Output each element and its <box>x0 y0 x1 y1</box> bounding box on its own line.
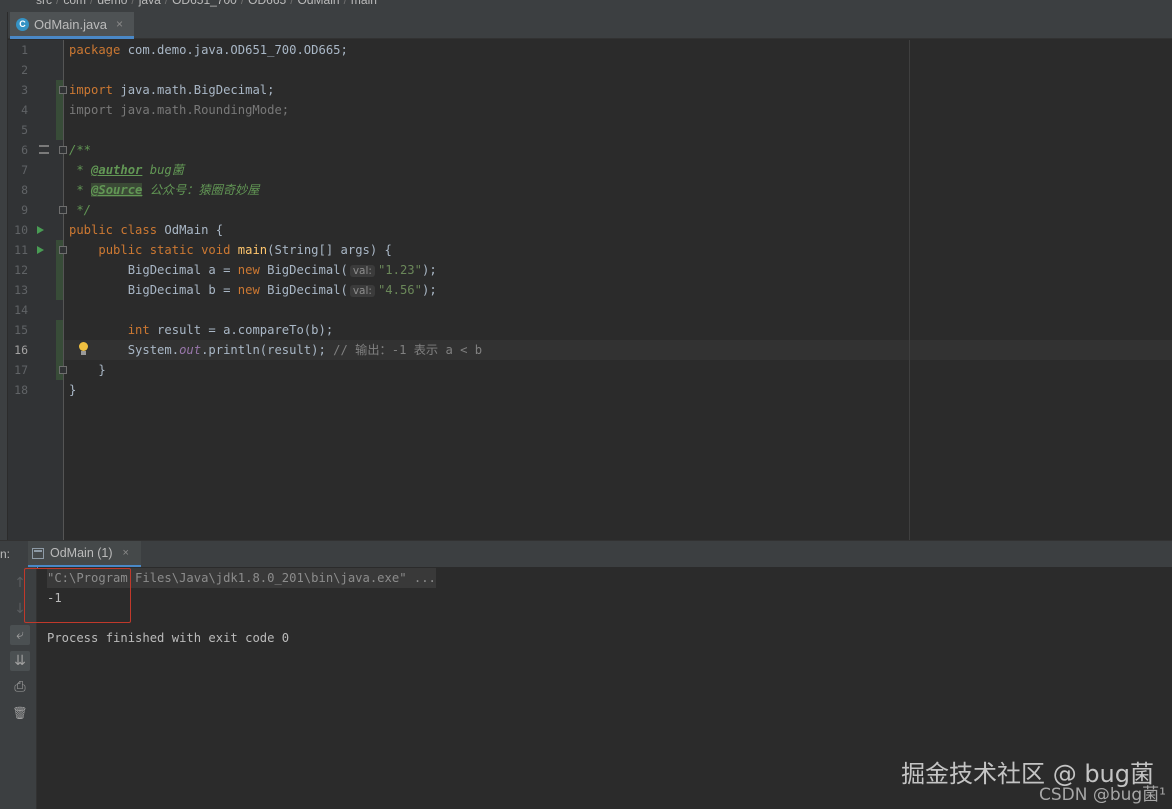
tab-label: OdMain.java <box>34 16 107 32</box>
run-tab-label: OdMain (1) <box>50 546 113 560</box>
line-number: 10 <box>14 223 28 237</box>
console-icon <box>32 547 44 559</box>
breadcrumb-separator: / <box>290 0 294 7</box>
line-number: 18 <box>14 383 28 397</box>
breadcrumb: src / com / demo / java / OD651_700/OD665/OdMain… <box>0 0 1172 12</box>
code-line[interactable]: 6 /** <box>8 140 1172 160</box>
code-text: * @Source 公众号：猿圈奇妙屋 <box>69 183 260 197</box>
code-line[interactable]: 18} <box>8 380 1172 400</box>
code-text: } <box>69 363 106 377</box>
breadcrumb-separator: / <box>164 0 169 7</box>
line-number: 1 <box>21 43 28 57</box>
close-tab-icon[interactable]: × <box>116 17 123 31</box>
run-label: n: <box>0 547 11 561</box>
code-text: } <box>69 383 77 397</box>
line-number: 2 <box>21 63 28 77</box>
line-number: 7 <box>21 163 28 177</box>
breadcrumb-item[interactable]: com <box>63 0 86 7</box>
code-text: package com.demo.java.OD651_700.OD665; <box>69 43 348 57</box>
code-line[interactable]: 8 * @Source 公众号：猿圈奇妙屋 <box>8 180 1172 200</box>
breadcrumb-separator: / <box>56 0 60 7</box>
tab-odmain-java[interactable]: C OdMain.java × <box>10 12 134 39</box>
console-exit-line: Process finished with exit code 0 <box>47 631 290 645</box>
line-number: 4 <box>21 103 28 117</box>
line-number: 9 <box>21 203 28 217</box>
class-icon: C <box>16 17 29 31</box>
fold-marker-icon[interactable] <box>59 366 67 374</box>
code-line[interactable]: 3 import java.math.BigDecimal; <box>8 80 1172 100</box>
editor-tab-bar: C OdMain.java × <box>0 12 1172 39</box>
line-number: 16 <box>14 343 28 357</box>
code-line[interactable]: 14 <box>8 300 1172 320</box>
code-text: public static void main(String[] args) { <box>98 243 392 257</box>
print-icon[interactable]: ⎙ <box>10 677 30 697</box>
code-line[interactable]: 2 <box>8 60 1172 80</box>
code-line[interactable]: 5 <box>8 120 1172 140</box>
line-number: 5 <box>21 123 28 137</box>
code-line[interactable]: 17 } <box>8 360 1172 380</box>
code-line[interactable]: 11 public static void main(String[] args… <box>8 240 1172 260</box>
breadcrumb-item[interactable]: main <box>351 0 377 7</box>
run-gutter-icon[interactable] <box>37 246 44 254</box>
breadcrumb-item[interactable]: OD665 <box>248 0 286 7</box>
breadcrumb-separator: / <box>240 0 245 7</box>
code-text: int result = a.compareTo(b); <box>127 323 334 337</box>
line-number: 3 <box>21 83 28 97</box>
fold-marker-icon[interactable] <box>59 206 67 214</box>
breadcrumb-item[interactable]: src <box>36 0 52 7</box>
javadoc-render-icon[interactable] <box>39 145 49 154</box>
code-text: /** <box>69 143 92 157</box>
breadcrumb-separator: / <box>343 0 347 7</box>
run-tab-odmain[interactable]: OdMain (1) × <box>28 541 141 568</box>
line-number: 8 <box>21 183 28 197</box>
code-line[interactable]: 10 public class OdMain { <box>8 220 1172 240</box>
trash-icon[interactable]: 🗑 <box>10 703 30 723</box>
watermark-csdn: CSDN @bug菌¹ <box>1038 785 1166 805</box>
code-line[interactable]: 1 package com.demo.java.OD651_700.OD665; <box>8 40 1172 60</box>
code-line[interactable]: 7 * @author bug菌 <box>8 160 1172 180</box>
line-number: 12 <box>14 263 28 277</box>
code-text: System.out.println(result); // 输出：-1 表示 … <box>69 343 483 357</box>
fold-marker-icon[interactable] <box>59 146 67 154</box>
scroll-to-end-icon[interactable]: ⇊ <box>10 651 30 671</box>
code-text: import java.math.RoundingMode; <box>69 103 290 117</box>
code-line[interactable]: 4 import java.math.RoundingMode; <box>8 100 1172 120</box>
breadcrumb-separator: / <box>131 0 135 7</box>
code-line[interactable]: 13 BigDecimal b = new BigDecimal(val: "4.… <box>8 280 1172 300</box>
code-text: */ <box>69 203 92 217</box>
line-number: 15 <box>14 323 28 337</box>
fold-marker-icon[interactable] <box>59 86 67 94</box>
soft-wrap-icon[interactable]: ⤶ <box>10 625 30 645</box>
code-text: BigDecimal a = new BigDecimal(val: "1.23"… <box>69 263 437 277</box>
code-text: BigDecimal b = new BigDecimal(val: "4.56"… <box>69 283 437 297</box>
code-editor[interactable]: 1 package com.demo.java.OD651_700.OD665; 2… <box>8 40 1172 540</box>
line-number: 17 <box>14 363 28 377</box>
line-number: 13 <box>14 283 28 297</box>
breadcrumb-items: src / com / demo / java / OD651_700/OD665/OdMain… <box>36 0 381 7</box>
code-text: public class OdMain { <box>69 223 224 237</box>
highlight-annotation-box <box>24 568 131 623</box>
code-line[interactable]: 9 */ <box>8 200 1172 220</box>
code-line[interactable]: 15 int result = a.compareTo(b); <box>8 320 1172 340</box>
code-text: import java.math.BigDecimal; <box>69 83 275 97</box>
breadcrumb-item[interactable]: OD651_700 <box>172 0 237 7</box>
fold-marker-icon[interactable] <box>59 246 67 254</box>
code-text: * @author bug菌 <box>69 163 184 177</box>
code-line[interactable]: 12 BigDecimal a = new BigDecimal(val: "1.… <box>8 260 1172 280</box>
line-number: 6 <box>21 143 28 157</box>
close-run-tab-icon[interactable]: × <box>123 547 129 559</box>
run-tool-window-header: n: OdMain (1) × <box>0 540 1172 568</box>
line-number: 11 <box>14 243 28 257</box>
line-number: 14 <box>14 303 28 317</box>
breadcrumb-item[interactable]: OdMain <box>298 0 340 7</box>
code-line[interactable]: 16 System.out.println(result); // 输出：-1 … <box>8 340 1172 360</box>
breadcrumb-separator: / <box>90 0 94 7</box>
breadcrumb-item[interactable]: demo <box>97 0 127 7</box>
run-gutter-icon[interactable] <box>37 226 44 234</box>
breadcrumb-item[interactable]: java <box>139 0 161 7</box>
left-tool-strip <box>0 12 8 540</box>
